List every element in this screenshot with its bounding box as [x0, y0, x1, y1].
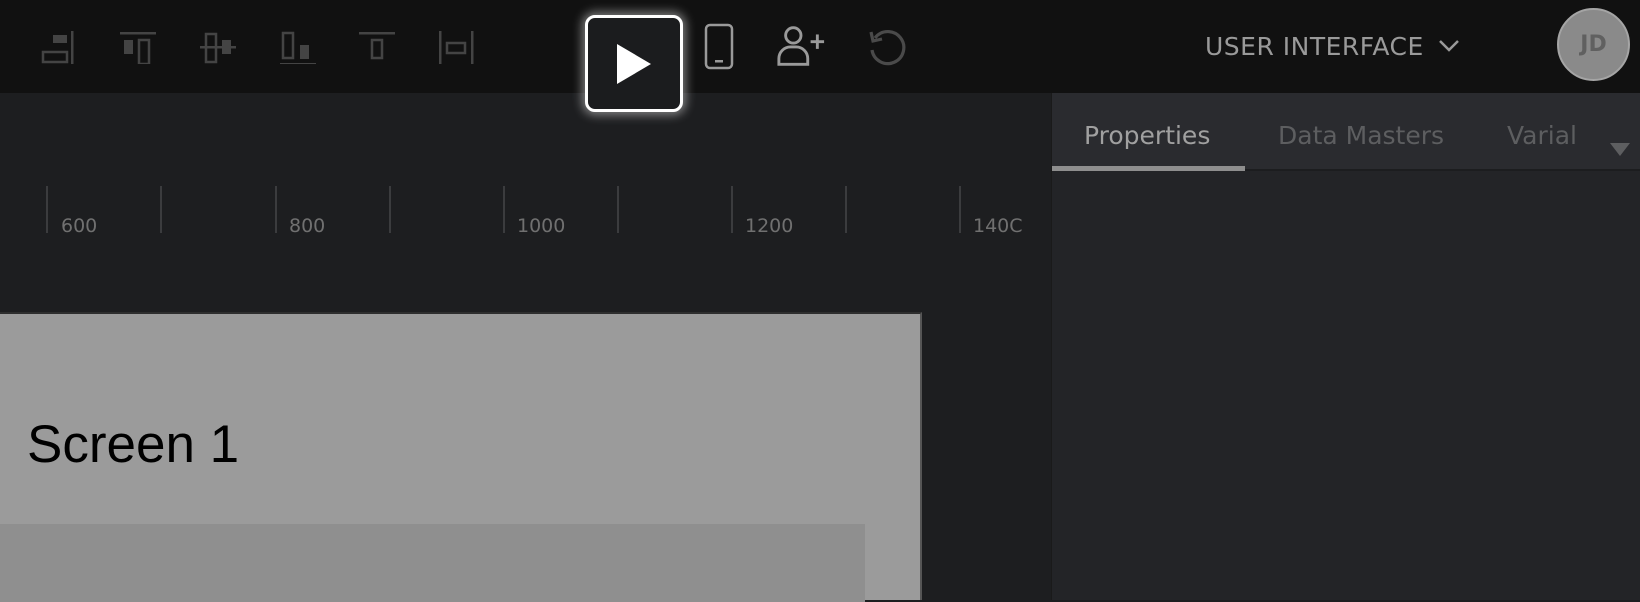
ruler-tick: [731, 186, 733, 233]
panel-tabs: Properties Data Masters Varial: [1052, 93, 1640, 171]
ruler-tick: [275, 186, 277, 233]
ruler-tick: [845, 186, 847, 233]
project-selector[interactable]: USER INTERFACE: [1205, 28, 1460, 64]
ruler-label: 600: [61, 215, 98, 237]
invite-user-button[interactable]: [776, 20, 826, 72]
screen-title: Screen 1: [27, 415, 240, 474]
undo-icon: [869, 30, 906, 66]
ruler-tick: [617, 186, 619, 233]
ruler-label: 1000: [517, 215, 566, 237]
avatar-initials: JD: [1580, 32, 1607, 57]
user-avatar[interactable]: JD: [1557, 8, 1630, 81]
device-preview-button[interactable]: [694, 20, 744, 72]
tab-data-masters[interactable]: Data Masters: [1278, 121, 1444, 150]
distribute-vertical-button[interactable]: [357, 24, 397, 64]
align-top-button[interactable]: [117, 24, 157, 64]
mobile-device-icon: [704, 23, 734, 70]
ruler-tick: [959, 186, 961, 233]
align-bottom-button[interactable]: [277, 24, 317, 64]
align-top-icon: [120, 32, 156, 64]
ruler-label: 1200: [745, 215, 794, 237]
screen-artboard[interactable]: Screen 1: [0, 312, 922, 602]
undo-button[interactable]: [862, 20, 912, 72]
ruler-tick: [160, 186, 162, 233]
tab-properties[interactable]: Properties: [1084, 121, 1210, 150]
tab-variables[interactable]: Varial: [1507, 121, 1579, 150]
play-icon: [617, 43, 651, 84]
chevron-down-icon: [1438, 40, 1459, 52]
align-bottom-icon: [280, 31, 316, 64]
top-toolbar: USER INTERFACE JD: [0, 0, 1640, 112]
ruler-tick: [503, 186, 505, 233]
ruler-label: 800: [289, 215, 326, 237]
caret-down-icon[interactable]: [1610, 143, 1630, 156]
project-name: USER INTERFACE: [1205, 31, 1424, 61]
active-tab-indicator: [1052, 166, 1245, 171]
distribute-vertical-icon: [359, 32, 395, 60]
add-user-icon: [777, 26, 825, 66]
align-vertical-center-icon: [200, 32, 236, 64]
distribute-horizontal-icon: [439, 31, 474, 64]
align-right-icon: [41, 31, 74, 64]
align-middle-button[interactable]: [198, 24, 238, 64]
ruler-label: 140C: [973, 215, 1023, 237]
align-right-button[interactable]: [38, 24, 78, 64]
ruler-tick: [46, 186, 48, 233]
right-panel: Properties Data Masters Varial: [1051, 93, 1640, 600]
screen-content-block[interactable]: [0, 524, 865, 602]
preview-play-button[interactable]: [585, 15, 683, 112]
distribute-horizontal-button[interactable]: [437, 24, 477, 64]
ruler-tick: [389, 186, 391, 233]
